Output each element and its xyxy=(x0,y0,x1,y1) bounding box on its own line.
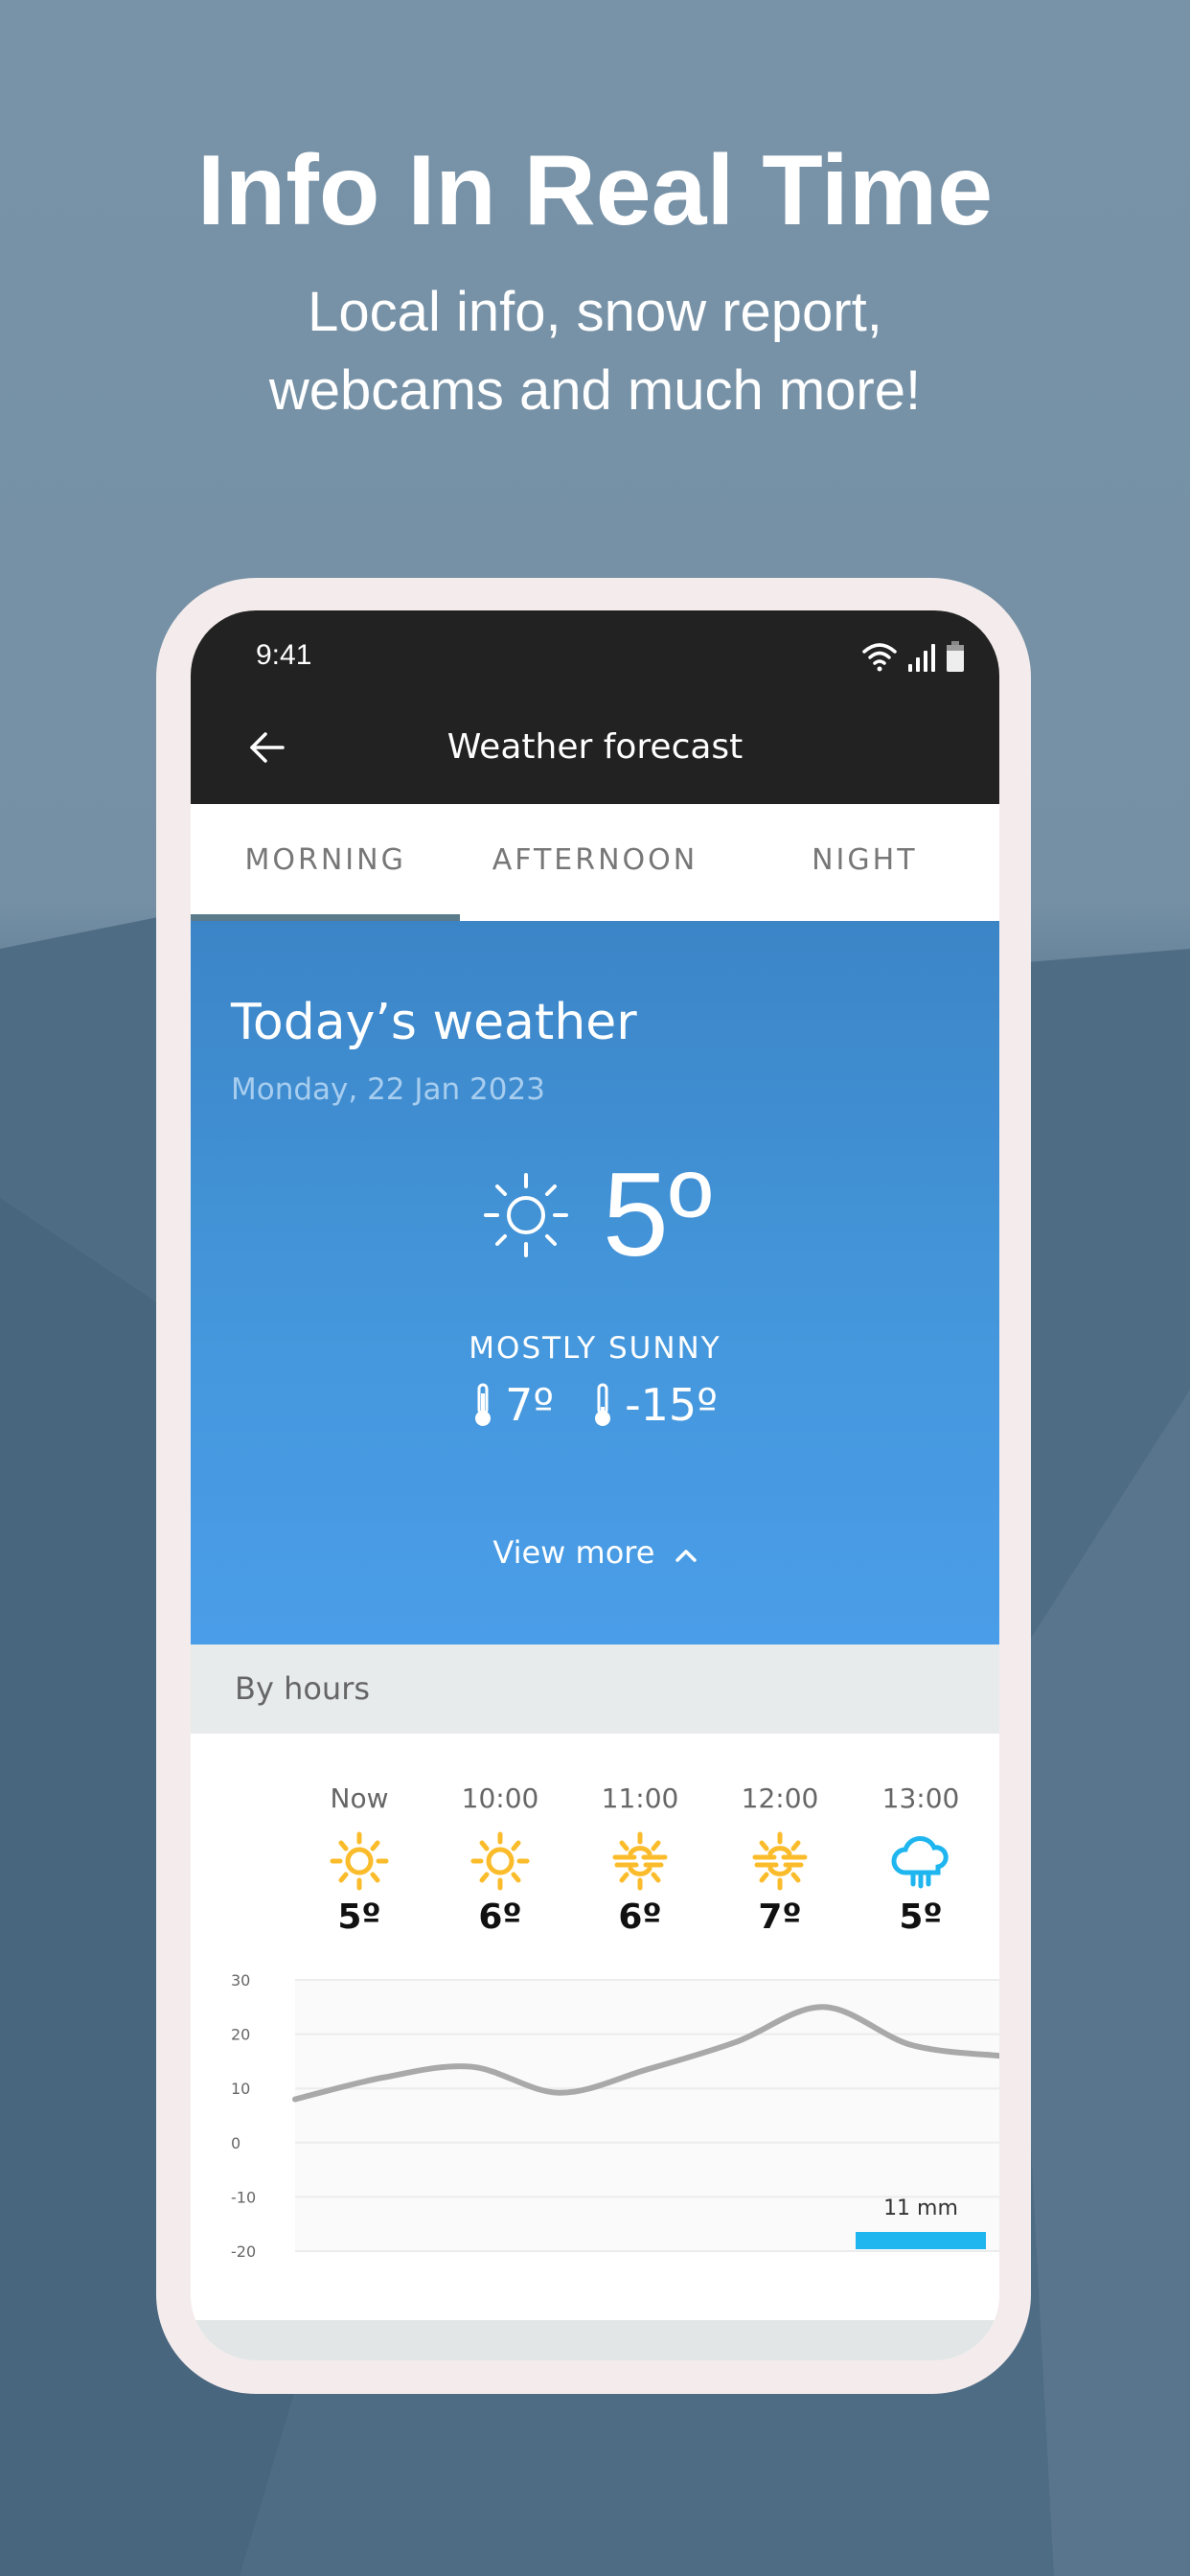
max-temperature: 7º xyxy=(505,1379,555,1431)
temperature-chart: 30 20 10 0 -10 -20 11 mm xyxy=(231,1971,999,2261)
y-tick-label: 20 xyxy=(231,2026,250,2044)
thermometer-low-icon xyxy=(595,1383,611,1426)
sun-haze-icon xyxy=(752,1831,808,1891)
page-title: Weather forecast xyxy=(446,727,744,767)
hero-subtitle-line: Local info, snow report, xyxy=(308,281,882,343)
sun-icon xyxy=(483,1173,568,1257)
hero-subtitle: Local info, snow report, webcams and muc… xyxy=(0,273,1190,430)
today-title: Today’s weather xyxy=(231,994,637,1051)
chevron-up-icon xyxy=(675,1550,697,1562)
hour-column: 11:00 6º xyxy=(573,1782,707,1955)
app-header: 9:41 Weather forecast xyxy=(191,610,999,804)
hour-temperature: 5º xyxy=(337,1898,381,1937)
sun-icon xyxy=(470,1831,530,1891)
hour-column: 12:00 7º xyxy=(713,1782,847,1955)
cloud-rain-icon xyxy=(891,1836,949,1889)
today-weather-panel: Today’s weather Monday, 22 Jan 2023 5º M… xyxy=(191,921,999,1644)
hour-label: 11:00 xyxy=(601,1782,679,1814)
bottom-band xyxy=(191,2320,999,2360)
tab-afternoon[interactable]: AFTERNOON xyxy=(460,804,729,921)
current-temperature: 5º xyxy=(602,1149,713,1281)
y-tick-label: 30 xyxy=(231,1971,250,1990)
hour-label: 12:00 xyxy=(741,1782,819,1814)
current-weather: 5º xyxy=(191,1147,999,1283)
hour-temperature: 6º xyxy=(478,1898,522,1937)
by-hours-header: By hours xyxy=(191,1644,999,1734)
battery-icon xyxy=(947,641,964,672)
view-more-button[interactable]: View more xyxy=(191,1534,999,1571)
signal-icon xyxy=(908,644,935,672)
tab-morning[interactable]: MORNING xyxy=(191,804,461,921)
y-tick-label: 10 xyxy=(231,2080,250,2098)
y-tick-label: 0 xyxy=(231,2134,240,2152)
wifi-icon xyxy=(862,643,897,672)
hour-temperature: 6º xyxy=(618,1898,662,1937)
phone-screen: 9:41 Weather forecast MORNING AFTERNOON … xyxy=(191,610,999,2360)
hero-subtitle-line: webcams and much more! xyxy=(268,359,922,422)
tab-night[interactable]: NIGHT xyxy=(730,804,999,921)
precipitation-bar xyxy=(856,2232,986,2249)
tab-bar: MORNING AFTERNOON NIGHT xyxy=(191,804,999,921)
hour-label: Now xyxy=(330,1782,389,1814)
hour-column: Now 5º xyxy=(292,1782,426,1955)
temperature-range: 7º -15º xyxy=(191,1379,999,1431)
y-tick-label: -10 xyxy=(231,2188,256,2206)
thermometer-high-icon xyxy=(475,1383,492,1426)
y-tick-label: -20 xyxy=(231,2242,256,2261)
status-time: 9:41 xyxy=(256,639,312,671)
sun-icon xyxy=(330,1831,389,1891)
sun-haze-icon xyxy=(612,1831,668,1891)
min-temperature: -15º xyxy=(625,1379,718,1431)
precipitation-label: 11 mm xyxy=(883,2196,958,2220)
hero-title: Info In Real Time xyxy=(196,135,994,246)
view-more-label: View more xyxy=(492,1534,655,1571)
hour-column: 10:00 6º xyxy=(433,1782,567,1955)
hour-column: 13:00 5º xyxy=(854,1782,988,1955)
weather-condition: MOSTLY SUNNY xyxy=(469,1331,721,1366)
status-icons xyxy=(861,641,965,672)
hour-temperature: 7º xyxy=(758,1898,802,1937)
hour-label: 13:00 xyxy=(881,1782,960,1814)
hour-temperature: 5º xyxy=(899,1898,943,1937)
today-date: Monday, 22 Jan 2023 xyxy=(231,1072,545,1107)
hour-label: 10:00 xyxy=(461,1782,539,1814)
